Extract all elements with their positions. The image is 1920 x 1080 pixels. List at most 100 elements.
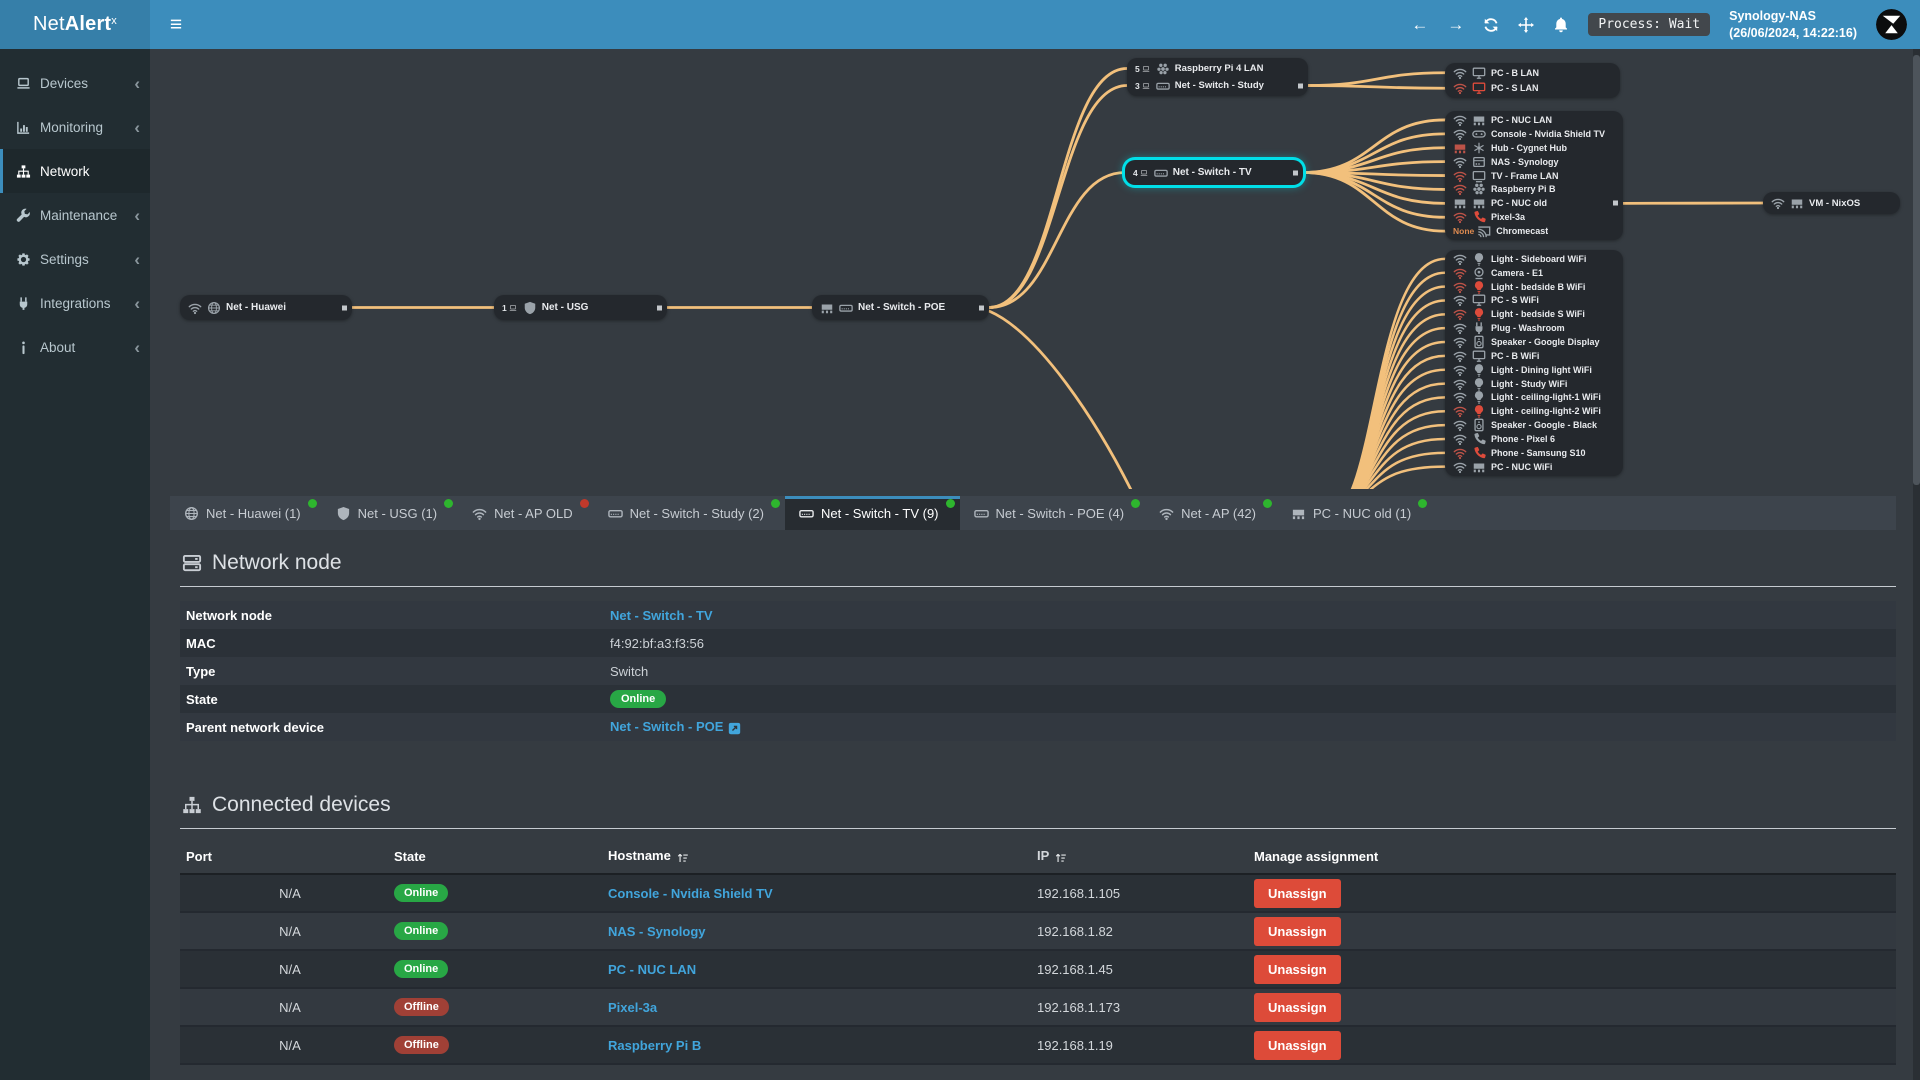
node-row-light-bedside-b-wifi[interactable]: Light - bedside B WiFi	[1445, 280, 1623, 294]
node-row-net-switch-poe[interactable]: Net - Switch - POE	[812, 297, 989, 318]
app-logo[interactable]: Net Alert x	[0, 0, 150, 49]
node-row-light-study-wifi[interactable]: Light - Study WiFi	[1445, 377, 1623, 391]
unassign-button[interactable]: Unassign	[1254, 992, 1341, 1022]
gear-icon	[16, 252, 31, 267]
node-row-pc-b-wifi[interactable]: PC - B WiFi	[1445, 349, 1623, 363]
refresh-icon[interactable]	[1483, 17, 1499, 33]
tab-label: Net - Huawei (1)	[206, 505, 301, 521]
network-node-bot[interactable]: Light - Sideboard WiFi Camera - E1 Light -…	[1445, 250, 1623, 476]
table-row: N/A Online Console - Nvidia Shield TV 192.1…	[180, 875, 1896, 913]
hostname-link-raspberry-pi-b[interactable]: Raspberry Pi B	[608, 1038, 701, 1053]
node-row-net-huawei[interactable]: Net - Huawei	[180, 297, 352, 318]
node-row-nas-synology[interactable]: NAS - Synology	[1445, 155, 1623, 169]
node-row-speaker-google-black[interactable]: Speaker - Google - Black	[1445, 418, 1623, 432]
unassign-button[interactable]: Unassign	[1254, 878, 1341, 908]
node-row-light-bedside-s-wifi[interactable]: Light - bedside S WiFi	[1445, 307, 1623, 321]
bulb-icon	[1472, 363, 1486, 377]
back-arrow-icon[interactable]: ←	[1411, 16, 1428, 33]
node-row-net-switch-study[interactable]: 3 Net - Switch - Study	[1127, 77, 1308, 94]
sidebar-item-maintenance[interactable]: Maintenance ‹	[0, 193, 150, 237]
chevron-left-icon: ‹	[134, 73, 140, 93]
cell-ip: 192.168.1.19	[1037, 1037, 1113, 1053]
column-header-ip[interactable]: IP	[1037, 848, 1254, 863]
node-row-vm-nixos[interactable]: VM - NixOS	[1763, 194, 1900, 212]
node-row-net-switch-tv[interactable]: 4 Net - Switch - TV	[1125, 162, 1303, 183]
hostname-link-nas-synology[interactable]: NAS - Synology	[608, 924, 706, 939]
node-row-raspberry-pi-b[interactable]: Raspberry Pi B	[1445, 182, 1623, 196]
node-row-phone-pixel-6[interactable]: Phone - Pixel 6	[1445, 432, 1623, 446]
node-row-light-ceiling-light-2-wifi[interactable]: Light - ceiling-light-2 WiFi	[1445, 404, 1623, 418]
node-row-pc-nuc-old[interactable]: PC - NUC old	[1445, 196, 1623, 210]
move-icon[interactable]	[1518, 17, 1534, 33]
node-row-tv-frame-lan[interactable]: TV - Frame LAN	[1445, 169, 1623, 183]
network-node-tv[interactable]: 4 Net - Switch - TV	[1125, 160, 1303, 185]
scrollbar-thumb[interactable]	[1913, 55, 1920, 485]
field-label: Type	[186, 663, 216, 679]
node-row-light-ceiling-light-1-wifi[interactable]: Light - ceiling-light-1 WiFi	[1445, 390, 1623, 404]
network-node-huawei[interactable]: Net - Huawei	[180, 295, 352, 320]
node-label: Light - bedside S WiFi	[1491, 309, 1585, 320]
network-node-poe[interactable]: Net - Switch - POE	[812, 295, 989, 320]
node-row-plug-washroom[interactable]: Plug - Washroom	[1445, 321, 1623, 335]
sidebar-item-about[interactable]: About ‹	[0, 325, 150, 369]
node-row-raspberry-pi-4-lan[interactable]: 5 Raspberry Pi 4 LAN	[1127, 60, 1308, 77]
phone-icon	[1472, 446, 1486, 460]
sidebar-item-monitoring[interactable]: Monitoring ‹	[0, 105, 150, 149]
sort-icon[interactable]	[1049, 848, 1067, 863]
sort-icon[interactable]	[671, 848, 689, 863]
hub-icon	[1472, 141, 1486, 155]
hostname-link-pixel-3a[interactable]: Pixel-3a	[608, 1000, 657, 1015]
forward-arrow-icon[interactable]: →	[1447, 16, 1464, 33]
node-link-net-switch-poe[interactable]: Net - Switch - POE	[610, 719, 741, 734]
node-row-pc-s-wifi[interactable]: PC - S WiFi	[1445, 294, 1623, 308]
network-topology-diagram: Net - Huawei 1 Net - USG Net - Switch - POE…	[150, 49, 1920, 489]
node-link-net-switch-tv[interactable]: Net - Switch - TV	[610, 608, 713, 623]
node-row-net-usg[interactable]: 1 Net - USG	[494, 297, 667, 318]
tab-net-switch-study-2[interactable]: Net - Switch - Study (2)	[594, 496, 785, 530]
node-row-light-sideboard-wifi[interactable]: Light - Sideboard WiFi	[1445, 252, 1623, 266]
network-node-usg[interactable]: 1 Net - USG	[494, 295, 667, 320]
column-header-hostname[interactable]: Hostname	[608, 848, 1037, 863]
node-row-pixel-3a[interactable]: Pixel-3a	[1445, 210, 1623, 224]
network-node-pcbs[interactable]: PC - B LAN PC - S LAN	[1445, 63, 1620, 98]
node-row-speaker-google-display[interactable]: Speaker - Google Display	[1445, 335, 1623, 349]
sidebar-item-devices[interactable]: Devices ‹	[0, 61, 150, 105]
bell-icon[interactable]	[1553, 17, 1569, 33]
node-row-console-nvidia-shield-tv[interactable]: Console - Nvidia Shield TV	[1445, 127, 1623, 141]
hostname-link-pc-nuc-lan[interactable]: PC - NUC LAN	[608, 962, 696, 977]
tab-net-switch-tv-9[interactable]: Net - Switch - TV (9)	[785, 496, 960, 530]
node-row-phone-samsung-s10[interactable]: Phone - Samsung S10	[1445, 446, 1623, 460]
unassign-button[interactable]: Unassign	[1254, 1030, 1341, 1060]
node-row-chromecast[interactable]: None Chromecast	[1445, 224, 1623, 238]
tab-net-ap-old[interactable]: Net - AP OLD	[458, 496, 594, 530]
sidebar-item-integrations[interactable]: Integrations ‹	[0, 281, 150, 325]
tab-net-switch-poe-4[interactable]: Net - Switch - POE (4)	[960, 496, 1146, 530]
hamburger-menu-icon[interactable]: ≡	[150, 13, 202, 37]
page-scrollbar[interactable]	[1913, 49, 1920, 1080]
network-node-mid[interactable]: PC - NUC LAN Console - Nvidia Shield TV Hu…	[1445, 111, 1623, 241]
node-row-light-dining-light-wifi[interactable]: Light - Dining light WiFi	[1445, 363, 1623, 377]
avatar[interactable]	[1876, 9, 1907, 40]
tab-pc-nuc-old-1[interactable]: PC - NUC old (1)	[1277, 496, 1432, 530]
wrench-icon	[16, 208, 31, 223]
wifi-icon	[1453, 210, 1467, 224]
tab-net-huawei-1[interactable]: Net - Huawei (1)	[170, 496, 322, 530]
network-node-vm[interactable]: VM - NixOS	[1763, 192, 1900, 214]
node-row-pc-nuc-wifi[interactable]: PC - NUC WiFi	[1445, 460, 1623, 474]
unassign-button[interactable]: Unassign	[1254, 916, 1341, 946]
node-row-pc-s-lan[interactable]: PC - S LAN	[1445, 81, 1620, 97]
node-row-camera-e1[interactable]: Camera - E1	[1445, 266, 1623, 280]
tab-net-ap-42[interactable]: Net - AP (42)	[1145, 496, 1277, 530]
hostname-link-console-nvidia-shield-tv[interactable]: Console - Nvidia Shield TV	[608, 886, 773, 901]
sidebar-item-network[interactable]: Network	[0, 149, 150, 193]
network-node-pi4block[interactable]: 5 Raspberry Pi 4 LAN 3 Net - Switch - Study	[1127, 58, 1308, 96]
sidebar-item-settings[interactable]: Settings ‹	[0, 237, 150, 281]
node-row-pc-b-lan[interactable]: PC - B LAN	[1445, 65, 1620, 81]
unassign-button[interactable]: Unassign	[1254, 954, 1341, 984]
node-row-hub-cygnet-hub[interactable]: Hub - Cygnet Hub	[1445, 141, 1623, 155]
tab-net-usg-1[interactable]: Net - USG (1)	[322, 496, 458, 530]
node-label: Plug - Washroom	[1491, 323, 1565, 334]
process-status-badge[interactable]: Process: Wait	[1588, 13, 1711, 36]
phone-icon	[1472, 210, 1486, 224]
node-row-pc-nuc-lan[interactable]: PC - NUC LAN	[1445, 113, 1623, 127]
